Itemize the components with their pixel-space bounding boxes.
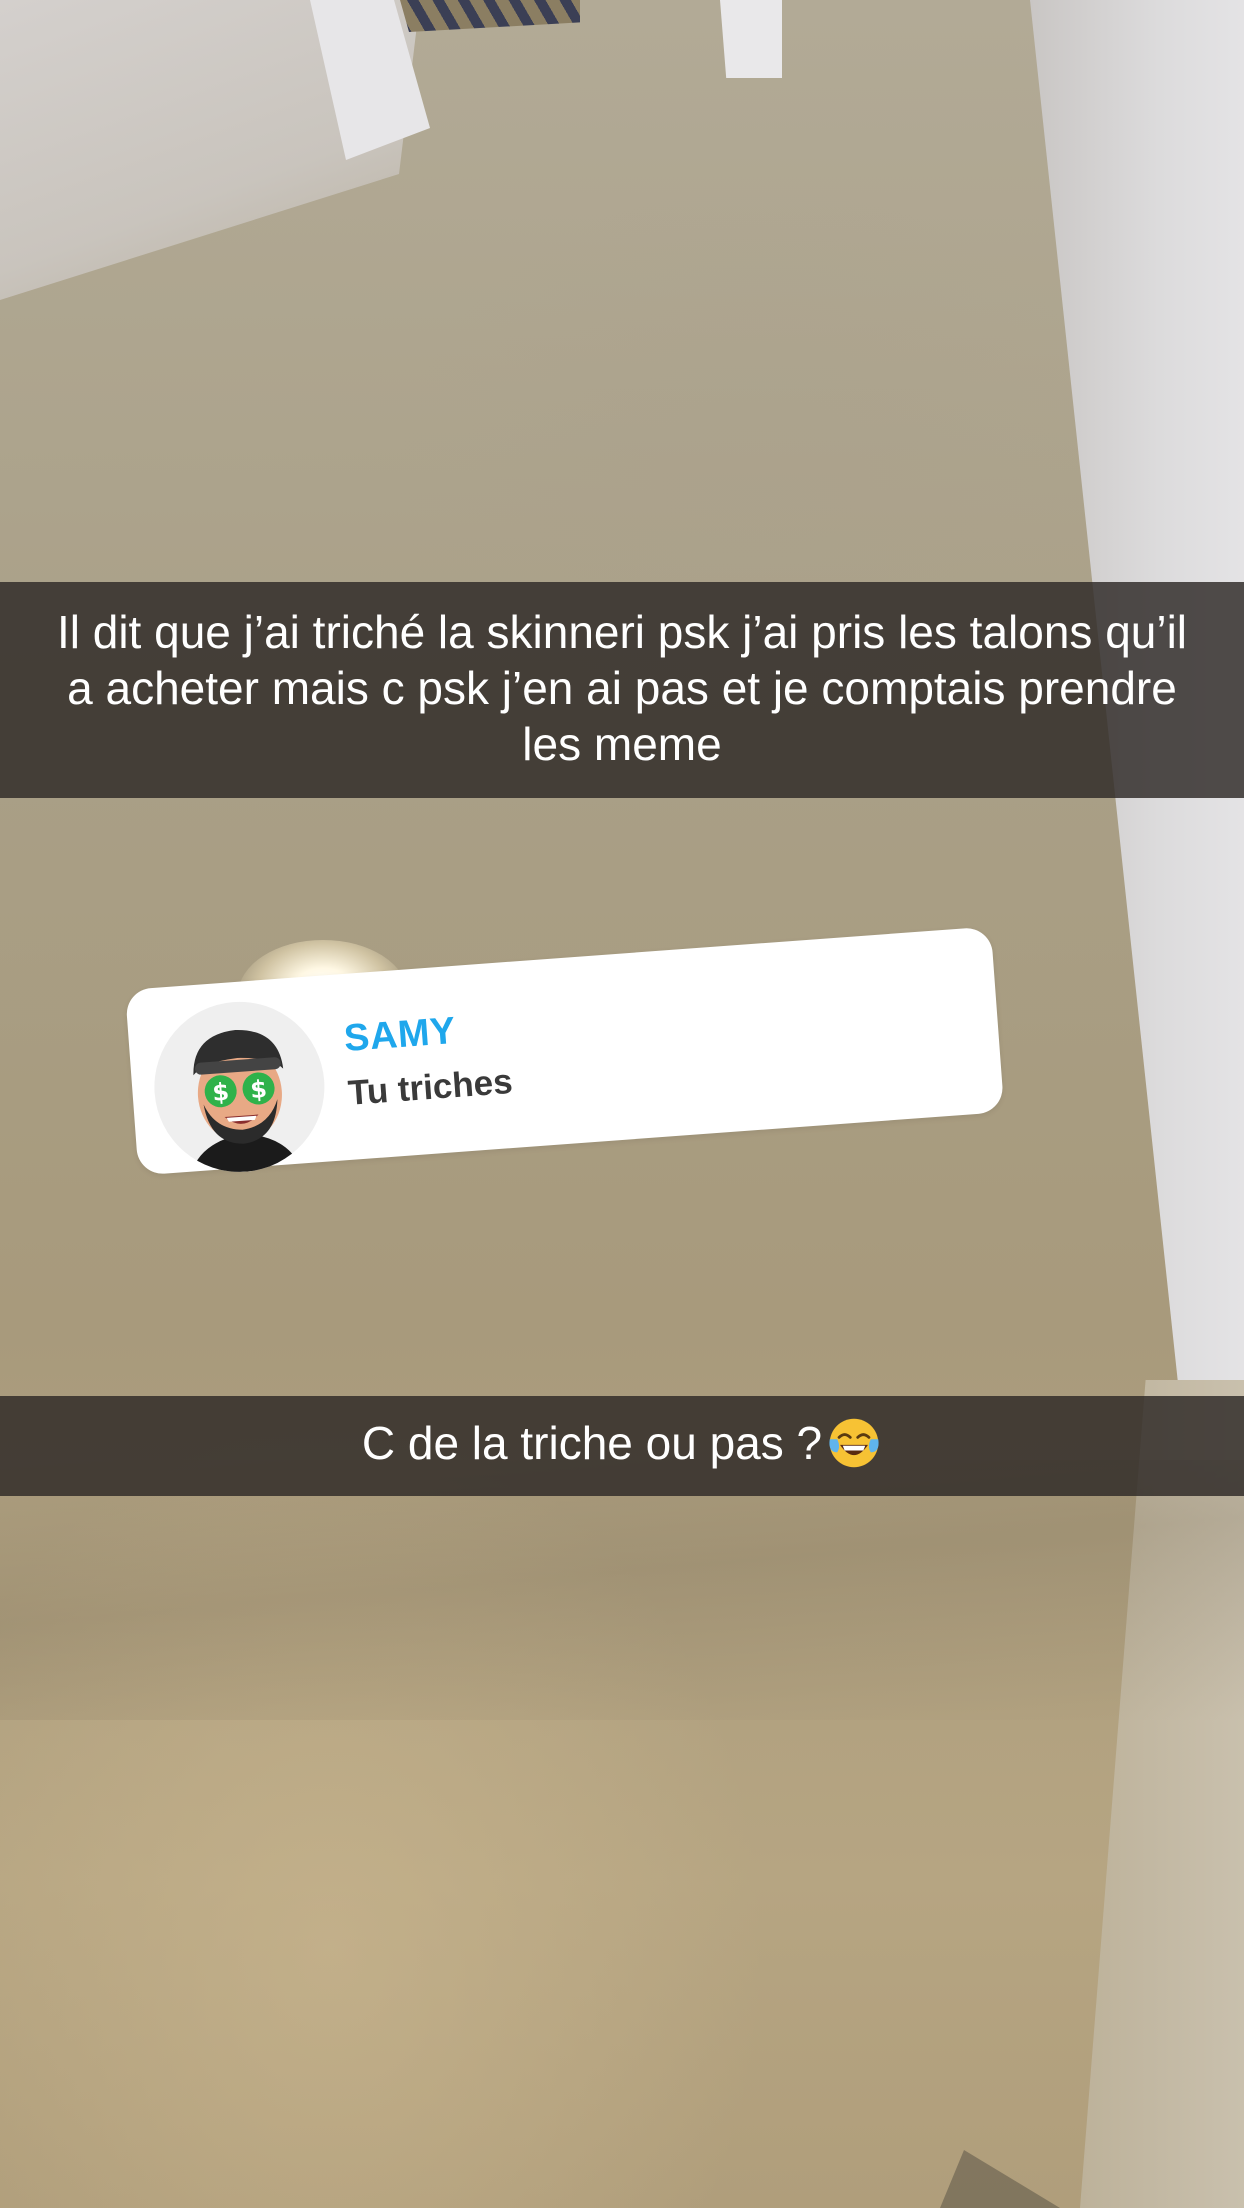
avatar[interactable]: $ $ (148, 995, 331, 1178)
caption-bottom-text: C de la triche ou pas ? (361, 1417, 823, 1469)
story-caption-top[interactable]: Il dit que j’ai triché la skinneri psk j… (0, 582, 1244, 798)
caption-top-text: Il dit que j’ai triché la skinneri psk j… (56, 606, 1188, 770)
svg-text:$: $ (249, 1075, 268, 1104)
reply-message: Tu triches (346, 1061, 514, 1113)
face-with-tears-of-joy-icon (829, 1418, 879, 1468)
story-caption-bottom[interactable]: C de la triche ou pas ? (0, 1396, 1244, 1496)
wall-picture-edge (400, 0, 580, 32)
reply-sender-name: SAMY (342, 1009, 458, 1061)
floor-corner (940, 2150, 1060, 2208)
bitmoji-avatar-icon: $ $ (190, 1030, 301, 1176)
ceiling-beam-right (720, 0, 782, 78)
svg-text:$: $ (211, 1078, 230, 1107)
wall-shadow (0, 1460, 1244, 1720)
